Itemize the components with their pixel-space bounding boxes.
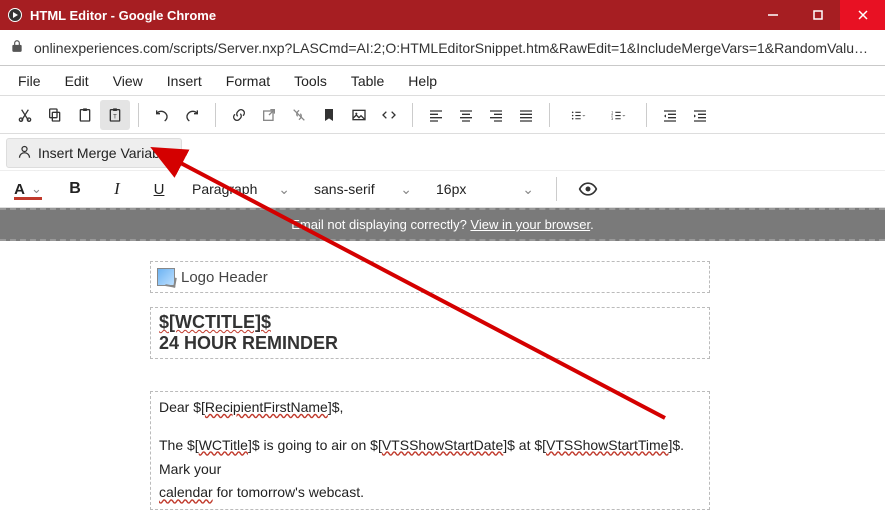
chevron-down-icon: ⌄ bbox=[31, 181, 42, 197]
window-title: HTML Editor - Google Chrome bbox=[30, 8, 750, 23]
banner-prefix: Email not displaying correctly? bbox=[291, 217, 470, 232]
align-left-button[interactable] bbox=[421, 100, 451, 130]
menu-insert[interactable]: Insert bbox=[157, 69, 212, 93]
numbered-list-button[interactable]: 123 bbox=[598, 100, 638, 130]
person-icon bbox=[17, 144, 32, 162]
body-line-2: calendar for tomorrow's webcast. bbox=[159, 481, 701, 505]
paste-text-button[interactable]: T bbox=[100, 100, 130, 130]
align-center-button[interactable] bbox=[451, 100, 481, 130]
window-maximize-button[interactable] bbox=[795, 0, 840, 30]
code-button[interactable] bbox=[374, 100, 404, 130]
window-minimize-button[interactable] bbox=[750, 0, 795, 30]
body-block[interactable]: Dear $[RecipientFirstName]$, The $[WCTit… bbox=[150, 391, 710, 510]
svg-text:3: 3 bbox=[611, 116, 613, 120]
open-link-button[interactable] bbox=[254, 100, 284, 130]
merge-toolbar: Insert Merge Variable bbox=[0, 134, 885, 170]
bookmark-button[interactable] bbox=[314, 100, 344, 130]
align-justify-button[interactable] bbox=[511, 100, 541, 130]
logo-placeholder[interactable]: Logo Header bbox=[150, 261, 710, 293]
menu-view[interactable]: View bbox=[103, 69, 153, 93]
greeting-post: ]$, bbox=[328, 399, 344, 415]
menu-bar: File Edit View Insert Format Tools Table… bbox=[0, 66, 885, 96]
merge-button-label: Insert Merge Variable bbox=[38, 145, 171, 161]
menu-format[interactable]: Format bbox=[216, 69, 280, 93]
email-body[interactable]: Logo Header $[WCTITLE]$ 24 HOUR REMINDER… bbox=[0, 241, 885, 510]
bullet-list-button[interactable] bbox=[558, 100, 598, 130]
subtitle-text: 24 HOUR REMINDER bbox=[159, 333, 701, 354]
bold-button[interactable]: B bbox=[60, 174, 90, 204]
font-color-swatch bbox=[14, 197, 42, 200]
window-close-button[interactable] bbox=[840, 0, 885, 30]
unlink-button[interactable] bbox=[284, 100, 314, 130]
chevron-down-icon: ⌄ bbox=[522, 181, 534, 198]
body-merge-3: VTSShowStartTime bbox=[546, 437, 668, 453]
body-merge-2: VTSShowStartDate bbox=[382, 437, 503, 453]
menu-edit[interactable]: Edit bbox=[55, 69, 99, 93]
broken-image-icon bbox=[157, 268, 175, 286]
banner-suffix: . bbox=[590, 217, 594, 232]
font-size-value: 16px bbox=[436, 181, 466, 197]
svg-text:T: T bbox=[113, 114, 117, 120]
title-merge-var: $[WCTITLE]$ bbox=[159, 312, 271, 332]
copy-button[interactable] bbox=[40, 100, 70, 130]
italic-button[interactable]: I bbox=[102, 174, 132, 204]
menu-help[interactable]: Help bbox=[398, 69, 447, 93]
body-1a: The $[ bbox=[159, 437, 199, 453]
chevron-down-icon: ⌄ bbox=[400, 181, 412, 198]
paste-button[interactable] bbox=[70, 100, 100, 130]
font-family-dropdown[interactable]: sans-serif ⌄ bbox=[308, 177, 418, 202]
logo-alt-text: Logo Header bbox=[181, 269, 268, 286]
font-size-dropdown[interactable]: 16px ⌄ bbox=[430, 177, 540, 202]
chevron-down-icon: ⌄ bbox=[278, 181, 290, 198]
preview-button[interactable] bbox=[573, 174, 603, 204]
editor-canvas[interactable]: Email not displaying correctly? View in … bbox=[0, 208, 885, 513]
undo-button[interactable] bbox=[147, 100, 177, 130]
menu-tools[interactable]: Tools bbox=[284, 69, 337, 93]
link-button[interactable] bbox=[224, 100, 254, 130]
outdent-button[interactable] bbox=[655, 100, 685, 130]
title-block[interactable]: $[WCTITLE]$ 24 HOUR REMINDER bbox=[150, 307, 710, 359]
greeting-merge: RecipientFirstName bbox=[205, 399, 328, 415]
body-merge-1: WCTitle bbox=[199, 437, 248, 453]
greeting-line: Dear $[RecipientFirstName]$, bbox=[159, 396, 701, 420]
url-bar: onlinexperiences.com/scripts/Server.nxp?… bbox=[0, 30, 885, 66]
block-format-dropdown[interactable]: Paragraph ⌄ bbox=[186, 177, 296, 202]
body-line-1: The $[WCTitle]$ is going to air on $[VTS… bbox=[159, 434, 701, 482]
app-icon bbox=[8, 8, 22, 22]
block-format-value: Paragraph bbox=[192, 181, 257, 197]
window-titlebar: HTML Editor - Google Chrome bbox=[0, 0, 885, 30]
align-right-button[interactable] bbox=[481, 100, 511, 130]
body-2a: calendar bbox=[159, 484, 213, 500]
body-1b: ]$ is going to air on $[ bbox=[248, 437, 382, 453]
url-text[interactable]: onlinexperiences.com/scripts/Server.nxp?… bbox=[34, 40, 875, 56]
image-button[interactable] bbox=[344, 100, 374, 130]
menu-file[interactable]: File bbox=[8, 69, 51, 93]
font-family-value: sans-serif bbox=[314, 181, 375, 197]
format-toolbar: A ⌄ B I U Paragraph ⌄ sans-serif ⌄ 16px … bbox=[0, 170, 885, 208]
body-1c: ]$ at $[ bbox=[503, 437, 546, 453]
greeting-pre: Dear $[ bbox=[159, 399, 205, 415]
main-toolbar: T 123 bbox=[0, 96, 885, 134]
email-banner: Email not displaying correctly? View in … bbox=[0, 208, 885, 241]
cut-button[interactable] bbox=[10, 100, 40, 130]
underline-button[interactable]: U bbox=[144, 174, 174, 204]
redo-button[interactable] bbox=[177, 100, 207, 130]
lock-icon bbox=[10, 39, 24, 56]
font-color-button[interactable]: A ⌄ bbox=[8, 174, 48, 204]
indent-button[interactable] bbox=[685, 100, 715, 130]
insert-merge-variable-button[interactable]: Insert Merge Variable bbox=[6, 138, 182, 168]
body-2b: for tomorrow's webcast. bbox=[213, 484, 364, 500]
menu-table[interactable]: Table bbox=[341, 69, 394, 93]
banner-link[interactable]: View in your browser bbox=[470, 217, 590, 232]
